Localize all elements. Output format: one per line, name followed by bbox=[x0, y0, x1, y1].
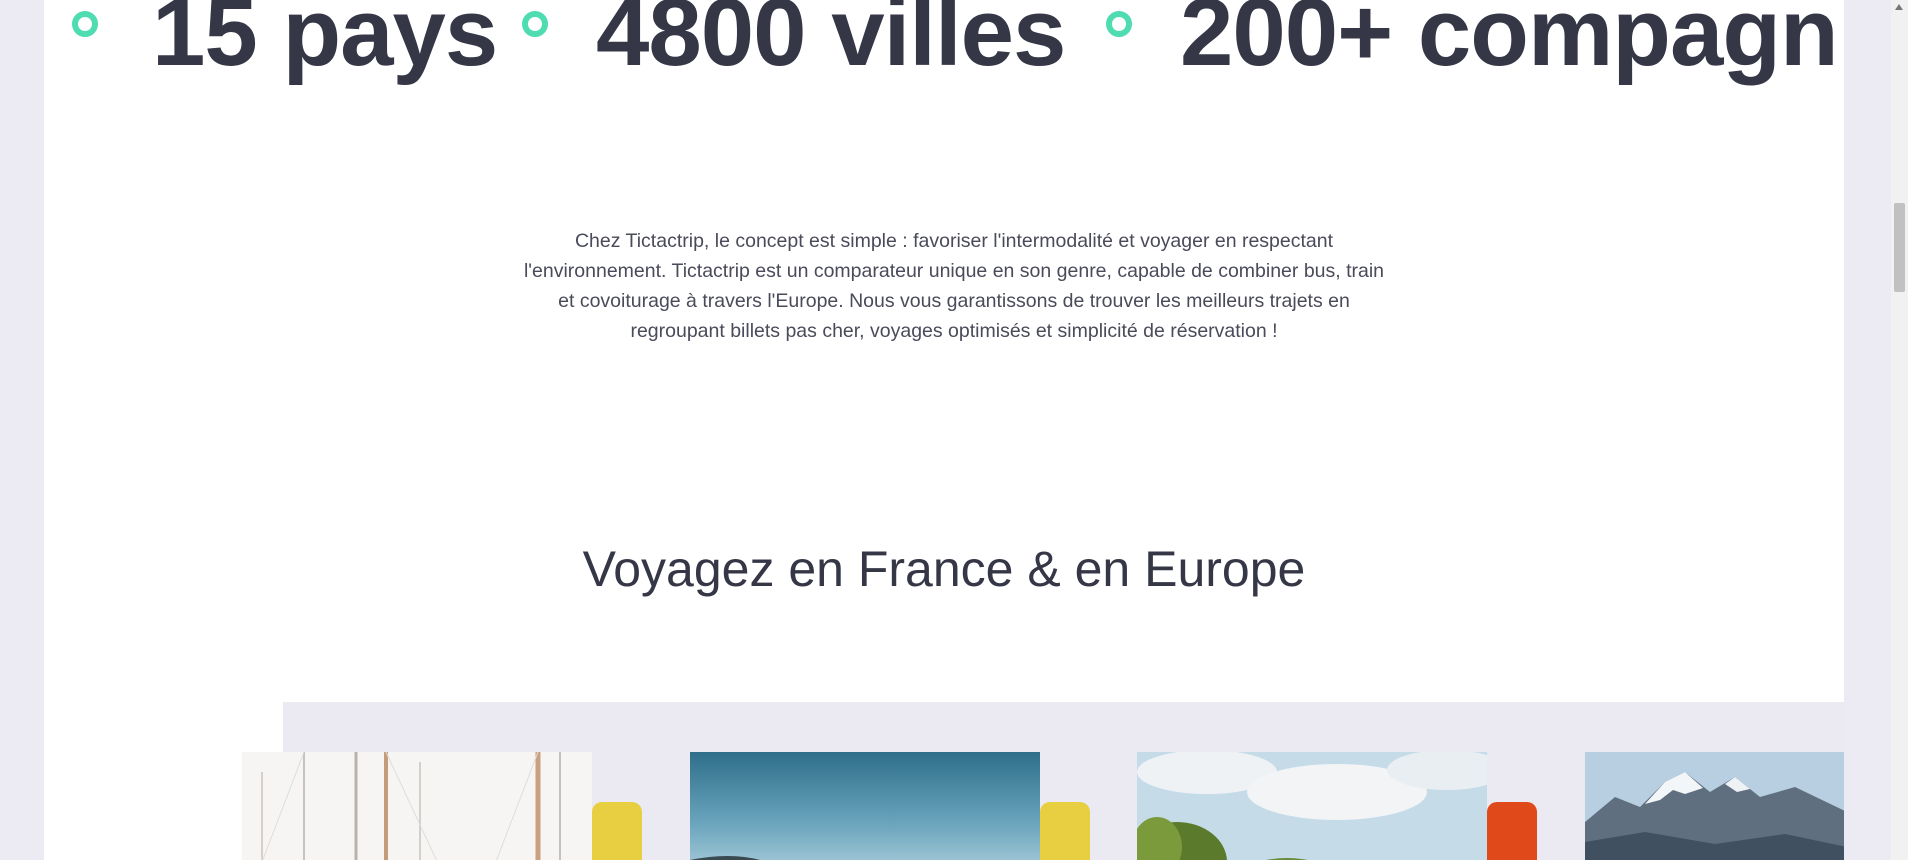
stat-label: 15 pays bbox=[152, 0, 498, 86]
destination-card-1[interactable] bbox=[242, 752, 592, 860]
card-accent bbox=[1040, 802, 1090, 860]
trees-clouds-image bbox=[1137, 752, 1487, 860]
destination-card-4[interactable] bbox=[1585, 752, 1844, 860]
destination-card-3[interactable] bbox=[1137, 752, 1487, 860]
card-accent bbox=[592, 802, 642, 860]
intro-paragraph: Chez Tictactrip, le concept est simple :… bbox=[523, 230, 1385, 342]
lake-mountain-image bbox=[690, 752, 1040, 860]
destination-card-2[interactable] bbox=[690, 752, 1040, 860]
sailboat-masts-image bbox=[242, 752, 592, 860]
scroll-up-arrow-icon[interactable] bbox=[1895, 4, 1903, 10]
page-content: 15 pays 4800 villes 200+ compagnies Chez… bbox=[44, 0, 1844, 860]
card-accent bbox=[1487, 802, 1537, 860]
scrollbar-thumb[interactable] bbox=[1894, 203, 1905, 292]
stat-label: 4800 villes bbox=[596, 0, 1066, 86]
bullet-icon bbox=[522, 11, 548, 37]
vertical-scrollbar[interactable] bbox=[1891, 0, 1908, 860]
stat-label: 200+ compagnies bbox=[1180, 0, 1844, 86]
snowy-mountains-image bbox=[1585, 752, 1844, 860]
bullet-icon bbox=[72, 11, 98, 37]
bullet-icon bbox=[1106, 11, 1132, 37]
section-title: Voyagez en France & en Europe bbox=[582, 541, 1306, 597]
